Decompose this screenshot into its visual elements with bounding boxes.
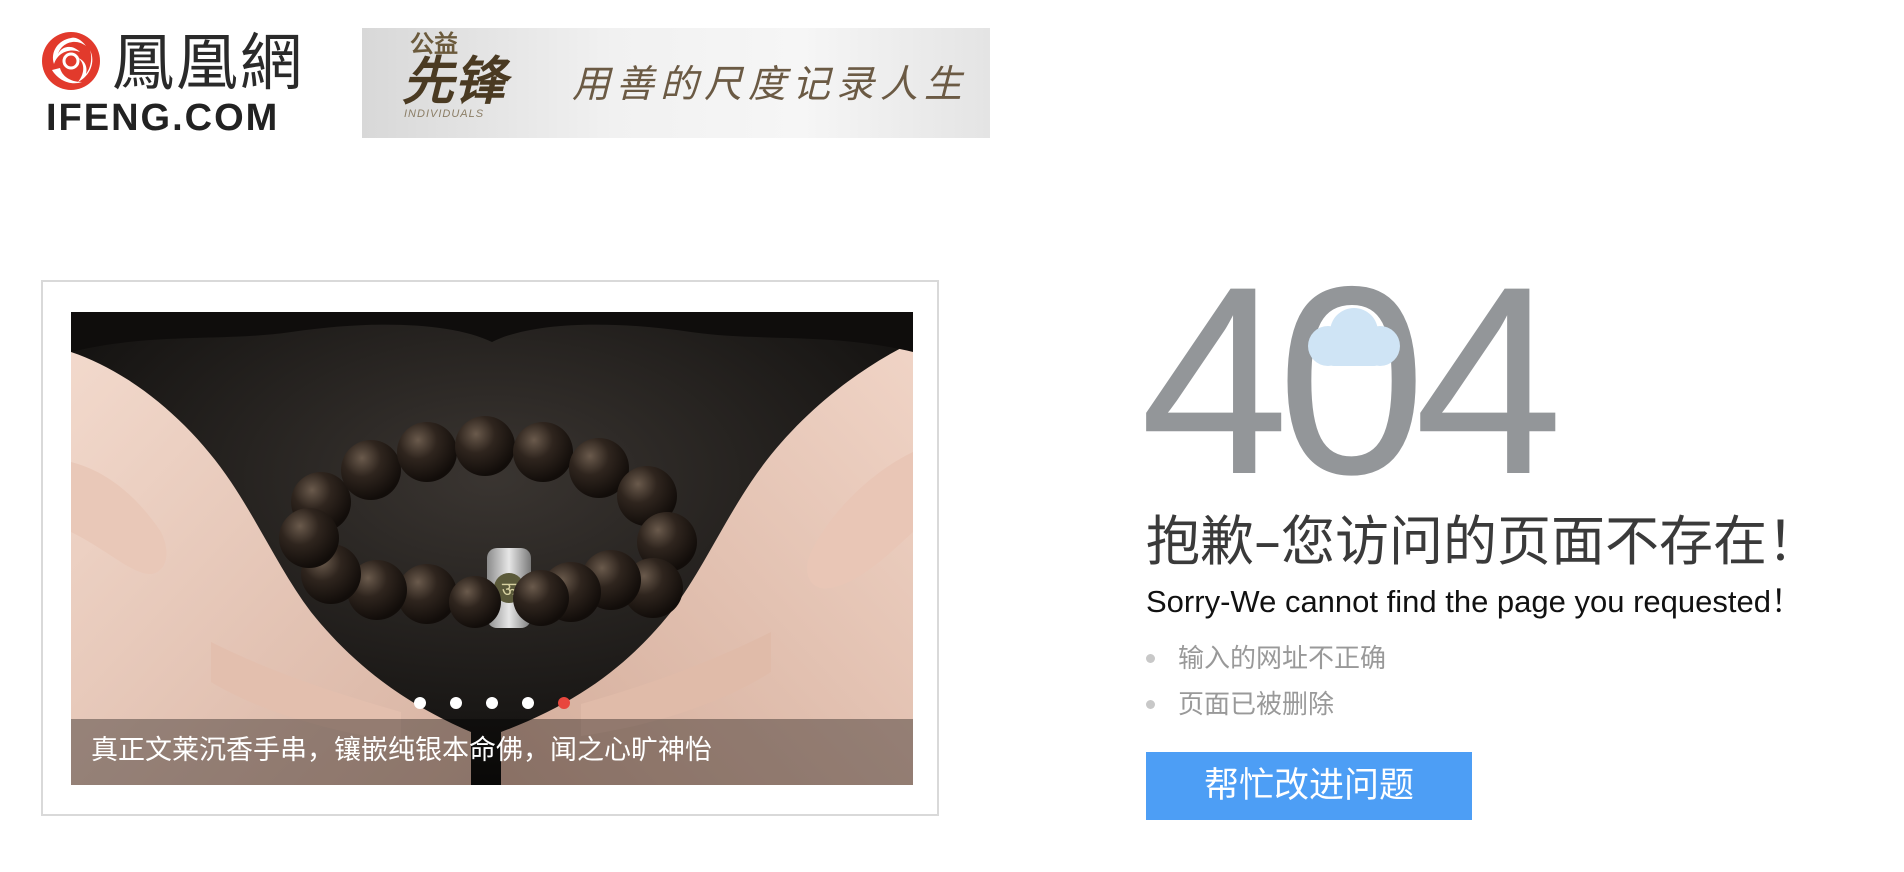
agarwood-bracelet-in-hands-photo: ऊ [71, 312, 913, 785]
slide-caption-bar: 真正文莱沉香手串，镶嵌纯银本命佛，闻之心旷神怡 [71, 719, 913, 785]
error-page: 鳳凰網 IFENG.COM 公益 先锋 INDIVIDUALS 用善的尺度记录人… [0, 0, 1904, 872]
bullet-dot [1146, 700, 1155, 709]
ifeng-phoenix-icon [42, 32, 100, 90]
slideshow-card: ऊ 真正文莱沉香手串，镶嵌纯银本命佛，闻之心旷神怡 [41, 280, 939, 816]
banner-slogan: 用善的尺度记录人生 [572, 62, 969, 106]
error-subtitle: Sorry-We cannot find the page you reques… [1146, 584, 1802, 619]
ifeng-logo[interactable]: 鳳凰網 IFENG.COM [40, 26, 330, 139]
help-improve-button[interactable]: 帮忙改进问题 [1146, 752, 1472, 820]
error-code: 404 [1140, 230, 1563, 530]
reason-item: 页面已被删除 [1146, 682, 1386, 728]
error-reasons: 输入的网址不正确 页面已被删除 [1146, 636, 1386, 728]
reason-item: 输入的网址不正确 [1146, 636, 1386, 682]
gongyi-banner[interactable]: 公益 先锋 INDIVIDUALS 用善的尺度记录人生 [362, 28, 990, 138]
slide-dot-1[interactable] [414, 697, 426, 709]
error-title: 抱歉–您访问的页面不存在！ [1146, 510, 1821, 573]
slide-dot-2[interactable] [450, 697, 462, 709]
banner-brand-en: INDIVIDUALS [404, 108, 485, 120]
error-panel: 404 抱歉–您访问的页面不存在！ Sorry-We cannot find t… [1140, 246, 1866, 836]
reason-text: 输入的网址不正确 [1178, 644, 1387, 674]
slide-dot-4[interactable] [522, 697, 534, 709]
reason-text: 页面已被删除 [1178, 690, 1335, 720]
slide-dot-3[interactable] [486, 697, 498, 709]
slide-image-link[interactable]: ऊ 真正文莱沉香手串，镶嵌纯银本命佛，闻之心旷神怡 [71, 312, 913, 785]
bullet-dot [1146, 654, 1155, 663]
slide-dots [71, 697, 913, 709]
logo-chinese-name: 鳳凰網 [112, 26, 305, 99]
logo-english-name: IFENG.COM [46, 97, 280, 139]
banner-brand: 先锋 [402, 51, 507, 112]
cloud-icon [1308, 308, 1400, 366]
slide-dot-5-active[interactable] [558, 697, 570, 709]
slide-caption[interactable]: 真正文莱沉香手串，镶嵌纯银本命佛，闻之心旷神怡 [91, 733, 712, 769]
